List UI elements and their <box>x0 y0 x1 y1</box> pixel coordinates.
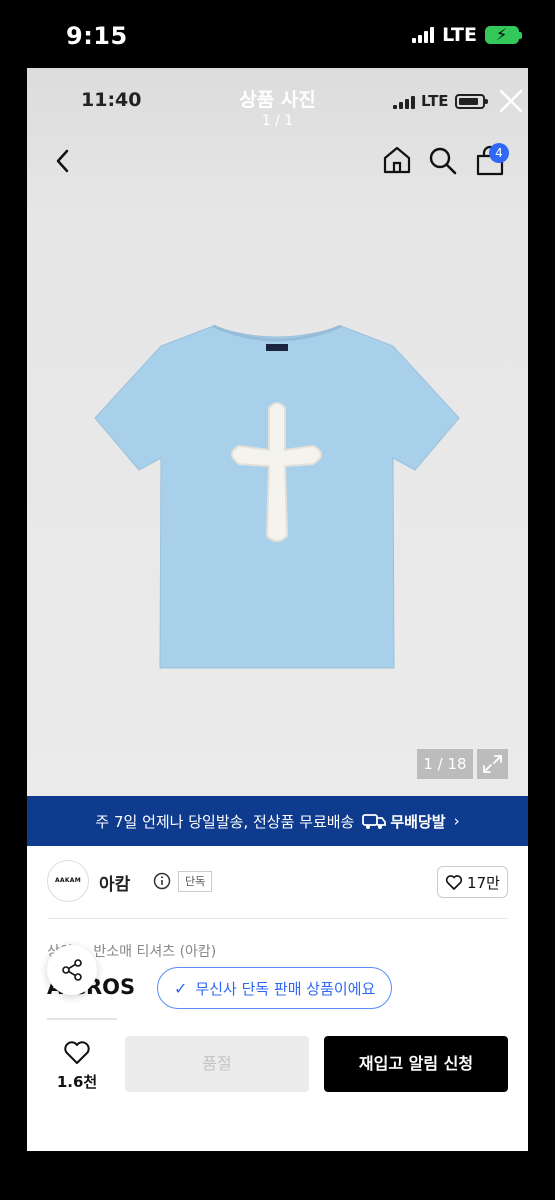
heart-icon <box>445 875 463 890</box>
outer-status-icons: LTE ⚡ <box>412 24 522 46</box>
inner-network-label: LTE <box>421 92 449 110</box>
brand-row: AAKAM 아캄 단독 17만 <box>47 860 508 904</box>
banner-text: 주 7일 언제나 당일발송, 전상품 무료배송 <box>95 812 355 831</box>
inner-signal-icon <box>393 93 415 109</box>
exclusive-sale-tooltip: ✓ 무신사 단독 판매 상품이에요 <box>157 967 393 1009</box>
share-button[interactable] <box>47 945 97 995</box>
banner-logo-text: 무배당발 <box>390 812 446 831</box>
expand-button[interactable] <box>477 749 508 779</box>
restock-alert-button[interactable]: 재입고 알림 신청 <box>324 1036 508 1092</box>
inner-battery-icon <box>454 93 488 109</box>
inner-status-icons: LTE <box>393 92 488 110</box>
app-screen: 11:40 상품 사진 1 / 1 LTE 4 1 / 18 주 7일 언제나 … <box>27 68 528 1151</box>
brand-like-count: 17만 <box>467 873 500 892</box>
cart-count-badge: 4 <box>489 143 509 163</box>
brand-name[interactable]: 아캄 <box>99 870 130 895</box>
divider <box>47 1018 117 1020</box>
bottom-action-bar: 1.6천 품절 재입고 알림 신청 <box>27 1023 528 1151</box>
product-image-tshirt <box>94 324 460 669</box>
viewer-page-count: 1 / 1 <box>261 113 294 129</box>
wishlist-button[interactable]: 1.6천 <box>49 1039 105 1092</box>
heart-icon <box>64 1041 90 1064</box>
info-icon[interactable] <box>153 872 171 890</box>
share-icon <box>62 959 82 981</box>
check-icon: ✓ <box>174 978 188 998</box>
close-icon[interactable] <box>497 87 525 115</box>
outer-clock: 9:15 <box>66 22 128 50</box>
home-icon[interactable] <box>382 145 412 175</box>
exclusive-tag: 단독 <box>178 871 213 892</box>
outer-status-bar: 9:15 LTE ⚡ <box>0 0 555 68</box>
outer-network-label: LTE <box>442 24 477 46</box>
brand-logo[interactable]: AAKAM <box>47 860 89 902</box>
brand-like-button[interactable]: 17만 <box>437 866 508 898</box>
battery-charging-icon: ⚡ <box>485 25 522 44</box>
soldout-button: 품절 <box>125 1036 309 1092</box>
wishlist-count: 1.6천 <box>56 1073 98 1091</box>
cellular-signal-icon <box>412 27 435 43</box>
truck-icon <box>362 814 387 829</box>
banner-logo: 무배당발 <box>362 811 446 832</box>
delivery-promo-banner[interactable]: 주 7일 언제나 당일발송, 전상품 무료배송 무배당발 › <box>27 796 528 846</box>
search-icon[interactable] <box>428 146 458 176</box>
photo-index-counter: 1 / 18 <box>417 749 473 779</box>
chevron-right-icon: › <box>453 812 460 830</box>
back-arrow-icon[interactable] <box>51 146 75 176</box>
expand-icon <box>483 755 502 773</box>
exclusive-sale-label: 무신사 단독 판매 상품이에요 <box>195 979 376 998</box>
product-photo-viewer[interactable]: 11:40 상품 사진 1 / 1 LTE 4 1 / 18 <box>27 68 528 796</box>
divider <box>47 918 508 919</box>
